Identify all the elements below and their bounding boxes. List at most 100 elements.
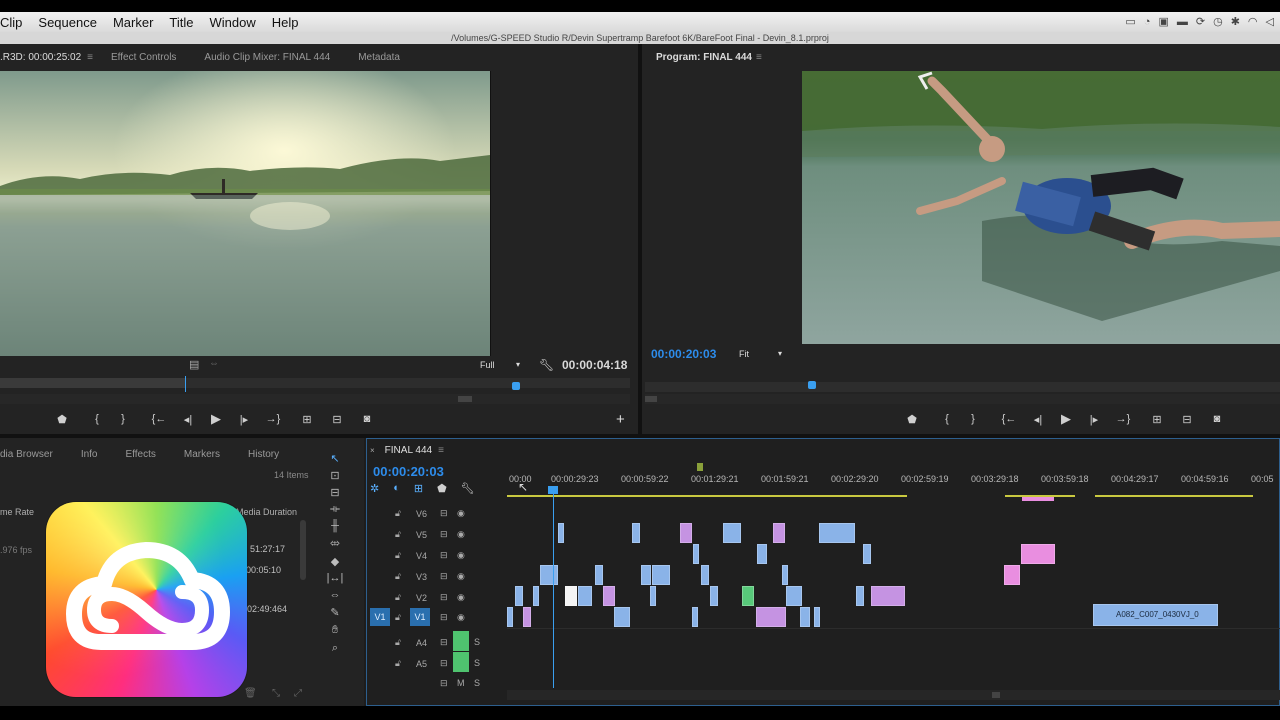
program-tab-menu-icon[interactable]: ≡ <box>756 52 762 63</box>
solo-a4[interactable]: S <box>474 637 480 647</box>
timeline-zoom-scrollbar[interactable] <box>507 690 1280 700</box>
sync-icon[interactable]: ⊟ <box>440 571 448 582</box>
clip[interactable] <box>757 544 767 564</box>
clip[interactable] <box>814 607 820 627</box>
sync-icon[interactable]: ⟳ <box>1196 15 1205 29</box>
program-zoom-handle[interactable] <box>645 396 657 402</box>
clip[interactable] <box>540 565 558 585</box>
source-zoom-bar[interactable] <box>0 394 630 404</box>
plus-icon[interactable]: + <box>616 411 625 428</box>
program-play-icon[interactable]: ▶ <box>1052 411 1080 427</box>
export-frame-icon[interactable]: ◙ <box>1202 413 1232 425</box>
sync-icon[interactable]: ⊟ <box>440 612 448 623</box>
clip[interactable] <box>632 523 640 543</box>
clip[interactable] <box>1004 565 1020 585</box>
nest-icon[interactable]: ✲ <box>370 482 379 495</box>
tab-effect-controls[interactable]: Effect Controls <box>97 52 190 63</box>
tab-final-444[interactable]: FINAL 444 <box>379 445 438 456</box>
clip[interactable] <box>558 523 564 543</box>
eye-icon[interactable]: ◉ <box>457 592 465 603</box>
go-to-out-icon[interactable]: →} <box>258 413 288 425</box>
eye-icon[interactable]: ◉ <box>457 612 465 623</box>
sync-icon[interactable]: ⊟ <box>440 508 448 519</box>
tab-program[interactable]: Program: FINAL 444 <box>642 52 766 63</box>
eye-icon[interactable]: ◉ <box>457 571 465 582</box>
lock-icon[interactable]: 🔓︎ <box>395 571 403 581</box>
clip[interactable] <box>863 544 871 564</box>
sync-lock-icon[interactable]: ⇔ <box>209 358 219 369</box>
volume-icon[interactable]: ◁ <box>1266 15 1274 29</box>
mute-toggle-a4[interactable] <box>453 631 469 651</box>
track-target-v1[interactable]: V1 <box>410 608 430 626</box>
display-icon[interactable]: ▭ <box>1125 15 1135 29</box>
clip[interactable] <box>742 586 754 606</box>
clip[interactable] <box>786 586 802 606</box>
airplay-icon[interactable]: ▣ <box>1158 15 1168 29</box>
menu-window[interactable]: Window <box>202 15 264 30</box>
mute-toggle-a5[interactable] <box>453 652 469 672</box>
work-area-bar-3[interactable] <box>1095 495 1253 497</box>
tab-effects[interactable]: Effects <box>112 449 170 460</box>
clip[interactable] <box>595 565 603 585</box>
clip[interactable] <box>692 607 698 627</box>
tab-history[interactable]: History <box>234 449 293 460</box>
sync-icon[interactable]: ⊟ <box>440 550 448 561</box>
program-go-to-in-icon[interactable]: {← <box>994 413 1024 425</box>
wifi-icon[interactable]: ◠ <box>1248 15 1258 29</box>
selection-tool-icon[interactable]: ↖ <box>326 452 344 468</box>
sync-icon[interactable]: ⊟ <box>440 678 448 689</box>
eye-icon[interactable]: ◉ <box>457 550 465 561</box>
timeline-ruler[interactable]: 00:00 00:00:29:23 00:00:59:22 00:01:29:2… <box>507 466 1280 494</box>
work-area-bar[interactable] <box>507 495 907 497</box>
timeline-settings-wrench-icon[interactable]: 🔧︎ <box>461 482 475 495</box>
program-mark-out-icon[interactable]: } <box>960 413 986 425</box>
pen-icon[interactable]: ✎ <box>326 606 344 622</box>
clip[interactable] <box>507 607 513 627</box>
program-zoom-bar[interactable] <box>645 394 1280 404</box>
sync-icon[interactable]: ⊟ <box>440 658 448 669</box>
bluetooth-icon[interactable]: ✱ <box>1231 15 1240 29</box>
eye-icon[interactable]: ◉ <box>457 529 465 540</box>
add-marker-icon[interactable]: ⬟ <box>56 413 68 426</box>
clip[interactable] <box>614 607 630 627</box>
rolling-edit-icon[interactable]: ╫ <box>326 520 344 536</box>
solo-a5[interactable]: S <box>474 658 480 668</box>
program-add-marker-icon[interactable]: ⬟ <box>906 413 918 426</box>
tab-markers[interactable]: Markers <box>170 449 234 460</box>
overwrite-icon[interactable]: ⊟ <box>322 413 352 426</box>
source-resolution-select[interactable]: Full <box>480 360 495 370</box>
clip[interactable] <box>680 523 692 543</box>
sync-icon[interactable]: ⊟ <box>440 637 448 648</box>
play-icon[interactable]: ▶ <box>202 411 230 427</box>
clip[interactable] <box>515 586 523 606</box>
track-select-backward-icon[interactable]: ⊟ <box>326 486 344 502</box>
timeline-scroll-handle[interactable] <box>992 692 1000 698</box>
master-solo[interactable]: S <box>474 678 480 688</box>
extract-icon[interactable]: ⊟ <box>1172 413 1202 426</box>
ruler-marker-green[interactable] <box>697 463 703 471</box>
resolution-dropdown-icon[interactable]: ▾ <box>516 360 520 369</box>
program-mark-in-icon[interactable]: { <box>934 413 960 425</box>
menu-help[interactable]: Help <box>264 15 307 30</box>
program-playhead[interactable] <box>808 381 816 389</box>
zoom-tool-icon[interactable]: ⌕ <box>326 642 344 658</box>
sync-icon[interactable]: ⊟ <box>440 529 448 540</box>
tab-source[interactable]: .R3D: 00:00:25:02 <box>0 52 95 63</box>
clip[interactable] <box>819 523 855 543</box>
clip[interactable] <box>652 565 670 585</box>
sync-icon[interactable]: ⊟ <box>440 592 448 603</box>
step-back-icon[interactable]: ◂| <box>174 413 202 426</box>
timeline-marker-icon[interactable]: ⬟ <box>437 482 447 495</box>
clip[interactable] <box>800 607 810 627</box>
tab-audio-clip-mixer[interactable]: Audio Clip Mixer: FINAL 444 <box>190 52 344 63</box>
clip[interactable] <box>693 544 699 564</box>
slide-icon[interactable]: ⇔ <box>326 589 344 605</box>
snap-icon[interactable]: ◐ <box>393 482 400 495</box>
lock-icon[interactable]: 🔓︎ <box>395 550 403 560</box>
menu-marker[interactable]: Marker <box>105 15 161 30</box>
mark-in-icon[interactable]: { <box>84 413 110 425</box>
clip[interactable] <box>523 607 531 627</box>
program-fit-select[interactable]: Fit <box>739 349 749 359</box>
fit-dropdown-icon[interactable]: ▾ <box>778 349 782 358</box>
clip-a082[interactable]: A082_C007_0430VJ_0 <box>1093 604 1218 626</box>
